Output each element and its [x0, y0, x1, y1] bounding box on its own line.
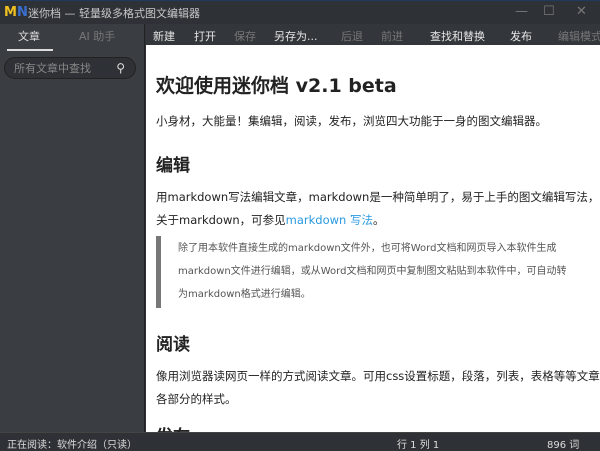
forward-button[interactable]: 前进: [381, 28, 403, 44]
quote-line: markdown文件进行编辑，或从Word文档和网页中复制图文粘贴到本软件中，可…: [178, 266, 567, 277]
save-button[interactable]: 保存: [234, 28, 256, 44]
active-tab-indicator: [7, 49, 53, 51]
status-bar: 正在阅读：软件介绍（只读） 行 1 列 1 896 词: [0, 432, 600, 451]
minimize-button[interactable]: —: [515, 4, 528, 19]
sidebar: 文章 AI 助手 所有文章中查找 ⚲: [0, 24, 145, 432]
tab-articles[interactable]: 文章: [18, 28, 40, 44]
edit-mode-button[interactable]: 编辑模式: [558, 28, 600, 44]
save-as-button[interactable]: 另存为...: [274, 28, 318, 44]
edit-line-2: 关于markdown，可参见: [156, 213, 286, 227]
edit-line-end: 。: [373, 213, 385, 227]
open-button[interactable]: 打开: [194, 28, 216, 44]
heading-publish: 发布: [156, 422, 190, 432]
new-button[interactable]: 新建: [153, 28, 175, 44]
reading-status: 正在阅读：软件介绍（只读）: [7, 440, 137, 451]
read-line-2: 各部分的样式。: [156, 392, 237, 406]
heading-edit: 编辑: [156, 156, 190, 176]
cursor-position: 行 1 列 1: [397, 440, 440, 451]
doc-title: 欢迎使用迷你档 v2.1 beta: [156, 75, 397, 97]
word-count: 896 词: [547, 440, 580, 451]
publish-button[interactable]: 发布: [510, 28, 532, 44]
window-title: 迷你档 — 轻量级多格式图文编辑器: [28, 6, 200, 20]
quote-line: 为markdown格式进行编辑。: [178, 289, 311, 300]
edit-line-1: 用markdown写法编辑文章，markdown是一种简单明了，易于上手的图文编…: [156, 190, 600, 204]
document-view[interactable]: 欢迎使用迷你档 v2.1 beta 小身材，大能量！集编辑，阅读，发布，浏览四大…: [146, 45, 600, 432]
close-button[interactable]: ✕: [576, 4, 587, 19]
heading-read: 阅读: [156, 335, 190, 355]
read-line-1: 像用浏览器读网页一样的方式阅读文章。可用css设置标题，段落，列表，表格等等文章: [156, 369, 600, 383]
title-bar: MN 迷你档 — 轻量级多格式图文编辑器 — ☐ ✕: [0, 0, 600, 24]
intro-paragraph: 小身材，大能量！集编辑，阅读，发布，浏览四大功能于一身的图文编辑器。: [156, 114, 547, 128]
edit-paragraph: 用markdown写法编辑文章，markdown是一种简单明了，易于上手的图文编…: [156, 186, 600, 232]
tab-ai-assistant[interactable]: AI 助手: [79, 28, 115, 44]
blockquote: 除了用本软件直接生成的markdown文件外，也可将Word文档和网页导入本软件…: [156, 236, 596, 308]
markdown-syntax-link[interactable]: markdown 写法: [286, 213, 373, 227]
back-button[interactable]: 后退: [341, 28, 363, 44]
search-icon[interactable]: ⚲: [116, 61, 125, 75]
find-replace-button[interactable]: 查找和替换: [430, 28, 485, 44]
app-logo-icon: MN: [4, 4, 28, 20]
quote-line: 除了用本软件直接生成的markdown文件外，也可将Word文档和网页导入本软件…: [178, 243, 557, 254]
maximize-button[interactable]: ☐: [543, 4, 555, 19]
toolbar: 新建 打开 保存 另存为... 后退 前进 查找和替换 发布 编辑模式: [146, 24, 600, 45]
search-input[interactable]: 所有文章中查找 ⚲: [4, 57, 136, 79]
read-paragraph: 像用浏览器读网页一样的方式阅读文章。可用css设置标题，段落，列表，表格等等文章…: [156, 365, 600, 411]
search-placeholder: 所有文章中查找: [14, 62, 91, 75]
